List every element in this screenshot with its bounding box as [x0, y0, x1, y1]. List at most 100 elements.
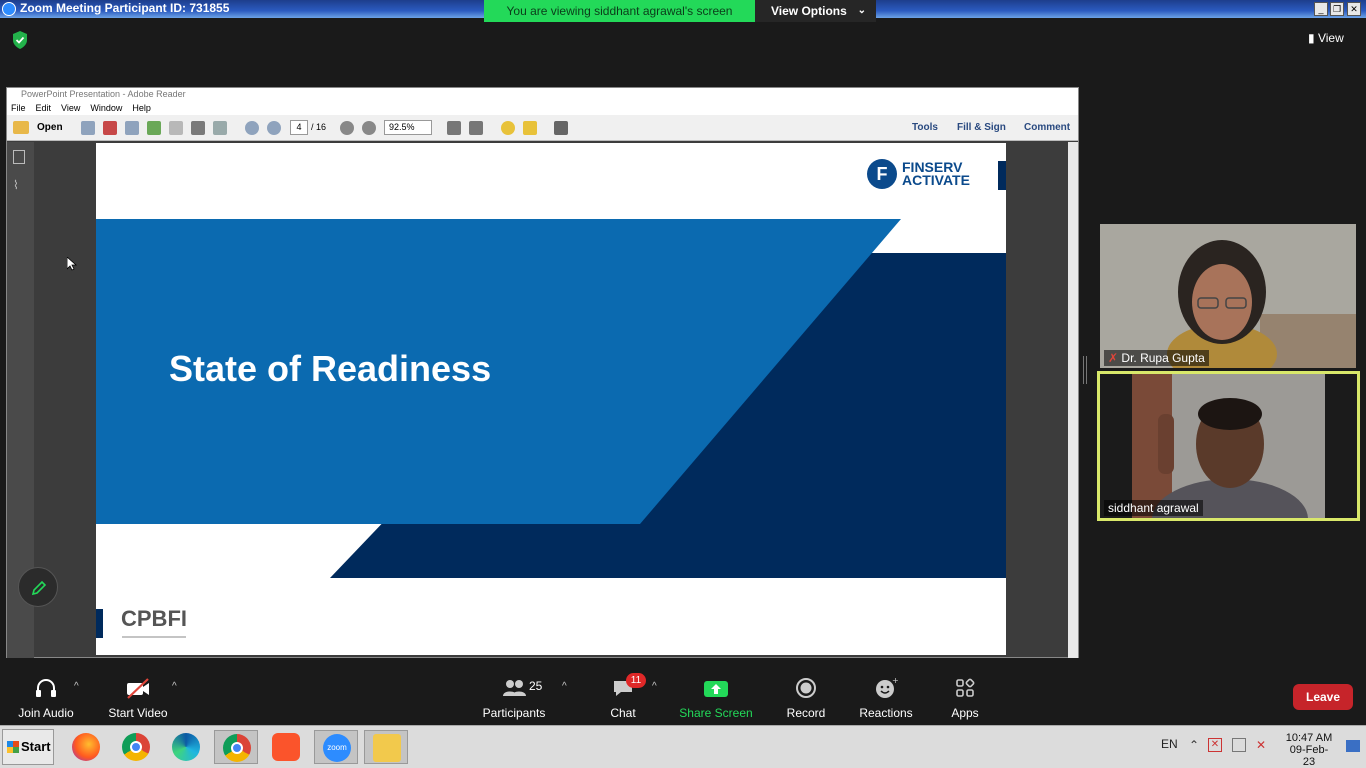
reactions-smiley-icon: +: [876, 676, 899, 698]
windows-logo-icon: [7, 741, 19, 753]
volume-muted-icon[interactable]: ✕: [1256, 738, 1270, 752]
finserv-logo-icon: F: [867, 159, 897, 189]
video-tile-siddhant-agrawal[interactable]: siddhant agrawal: [1097, 371, 1360, 521]
join-audio-button[interactable]: Join Audio: [14, 677, 78, 720]
start-video-button[interactable]: Start Video: [104, 677, 172, 720]
open-button[interactable]: Open: [37, 122, 63, 133]
chrome-icon: [122, 733, 150, 761]
reactions-button[interactable]: + Reactions: [855, 676, 917, 720]
participants-options-caret-icon[interactable]: ^: [562, 681, 567, 692]
view-options-button[interactable]: View Options ⌄: [755, 0, 876, 22]
edit-icon[interactable]: [125, 121, 139, 135]
view-button[interactable]: ▮ View: [1308, 31, 1344, 45]
chevron-down-icon: ⌄: [857, 5, 866, 16]
participant-video-frame: [1100, 374, 1357, 518]
participants-label: Participants: [482, 706, 546, 720]
full-screen-icon[interactable]: [554, 121, 568, 135]
footer-brand: CPBFI: [121, 606, 187, 631]
comment-bubble-icon[interactable]: [501, 121, 515, 135]
viewing-banner: You are viewing siddhant agrawal's scree…: [484, 0, 755, 22]
participant-name-label: siddhant agrawal: [1104, 500, 1203, 516]
page-thumbnails-icon[interactable]: [13, 150, 25, 164]
taskbar-firefox[interactable]: [64, 730, 108, 764]
start-video-label: Start Video: [108, 706, 168, 720]
chat-options-caret-icon[interactable]: ^: [652, 681, 657, 692]
reader-window-title: PowerPoint Presentation - Adobe Reader: [21, 89, 186, 99]
print-icon[interactable]: [191, 121, 205, 135]
zoom-out-icon[interactable]: [340, 121, 354, 135]
slide-title: State of Readiness: [169, 348, 492, 389]
edge-icon: [172, 733, 200, 761]
attachments-icon[interactable]: ⌇: [13, 178, 25, 192]
system-clock[interactable]: 10:47 AM 09-Feb-23: [1284, 732, 1334, 768]
zoom-level-select[interactable]: 92.5%: [384, 120, 432, 135]
previous-page-icon[interactable]: [245, 121, 259, 135]
highlight-icon[interactable]: [523, 121, 537, 135]
show-hidden-icons-icon[interactable]: ⌃: [1189, 738, 1199, 752]
comment-tab[interactable]: Comment: [1024, 122, 1070, 133]
zoom-in-icon[interactable]: [362, 121, 376, 135]
menu-help[interactable]: Help: [132, 103, 151, 113]
fit-page-icon[interactable]: [469, 121, 483, 135]
audio-options-caret-icon[interactable]: ^: [74, 681, 79, 692]
share-screen-button[interactable]: Share Screen: [678, 677, 754, 720]
taskbar-chrome-active[interactable]: [214, 730, 258, 764]
brand-logo-text: FINSERV ACTIVATE: [902, 160, 970, 188]
next-page-icon[interactable]: [267, 121, 281, 135]
save-icon[interactable]: [169, 121, 183, 135]
page-total: / 16: [311, 122, 327, 132]
menu-file[interactable]: File: [11, 103, 26, 113]
zoom-app-icon: zoom: [323, 734, 351, 762]
input-language[interactable]: EN: [1161, 737, 1178, 751]
participants-count: 25: [529, 679, 543, 693]
brand-line-2: ACTIVATE: [902, 172, 970, 188]
shared-screen: PowerPoint Presentation - Adobe Reader F…: [6, 87, 1079, 658]
tools-tab[interactable]: Tools: [912, 122, 938, 133]
panel-resize-handle[interactable]: [1083, 356, 1087, 384]
taskbar-file-explorer[interactable]: [364, 730, 408, 764]
close-button[interactable]: ✕: [1347, 2, 1361, 16]
mic-muted-icon: ✗: [1108, 351, 1119, 365]
open-folder-icon: [13, 121, 29, 134]
email-icon[interactable]: [213, 121, 227, 135]
pdf-icon[interactable]: [103, 121, 117, 135]
fit-width-icon[interactable]: [447, 121, 461, 135]
start-label: Start: [21, 739, 51, 754]
menu-edit[interactable]: Edit: [36, 103, 52, 113]
apps-button[interactable]: Apps: [945, 677, 985, 720]
participant-video-frame: [1100, 224, 1356, 368]
upload-icon[interactable]: [147, 121, 161, 135]
show-desktop-icon[interactable]: [1346, 740, 1360, 752]
restore-button[interactable]: ❐: [1330, 2, 1344, 16]
participants-button[interactable]: 25 Participants: [478, 677, 550, 720]
chat-button[interactable]: 11 Chat: [600, 673, 646, 720]
apps-icon: [956, 678, 975, 697]
corner-bar-shape: [998, 161, 1006, 190]
taskbar-zoom[interactable]: zoom: [314, 730, 358, 764]
fill-sign-tab[interactable]: Fill & Sign: [957, 122, 1006, 133]
annotate-button[interactable]: [18, 567, 58, 607]
window-title: Zoom Meeting Participant ID: 731855: [20, 1, 230, 15]
leave-button[interactable]: Leave: [1293, 684, 1353, 710]
video-options-caret-icon[interactable]: ^: [172, 681, 177, 692]
start-button[interactable]: Start: [2, 729, 54, 765]
folder-icon: [373, 734, 401, 762]
menu-window[interactable]: Window: [90, 103, 122, 113]
zoom-logo-icon: [2, 2, 16, 16]
minimize-button[interactable]: _: [1314, 2, 1328, 16]
menu-view[interactable]: View: [61, 103, 80, 113]
record-button[interactable]: Record: [780, 677, 832, 720]
page-number-input[interactable]: 4: [290, 120, 308, 135]
security-shield-icon[interactable]: [12, 31, 28, 49]
reader-scrollbar[interactable]: [1068, 142, 1078, 658]
taskbar-chrome[interactable]: [114, 730, 158, 764]
flag-alert-icon[interactable]: ✕: [1208, 738, 1222, 752]
apps-label: Apps: [951, 706, 979, 720]
taskbar-brave[interactable]: [264, 730, 308, 764]
network-icon[interactable]: [1232, 738, 1246, 752]
create-icon[interactable]: [81, 121, 95, 135]
taskbar-edge[interactable]: [164, 730, 208, 764]
meeting-controls-bar: Join Audio ^ Start Video ^ 25 Participan…: [0, 667, 1366, 725]
mouse-cursor-icon: [67, 257, 77, 271]
video-tile-rupa-gupta[interactable]: ✗ Dr. Rupa Gupta: [1100, 224, 1356, 368]
